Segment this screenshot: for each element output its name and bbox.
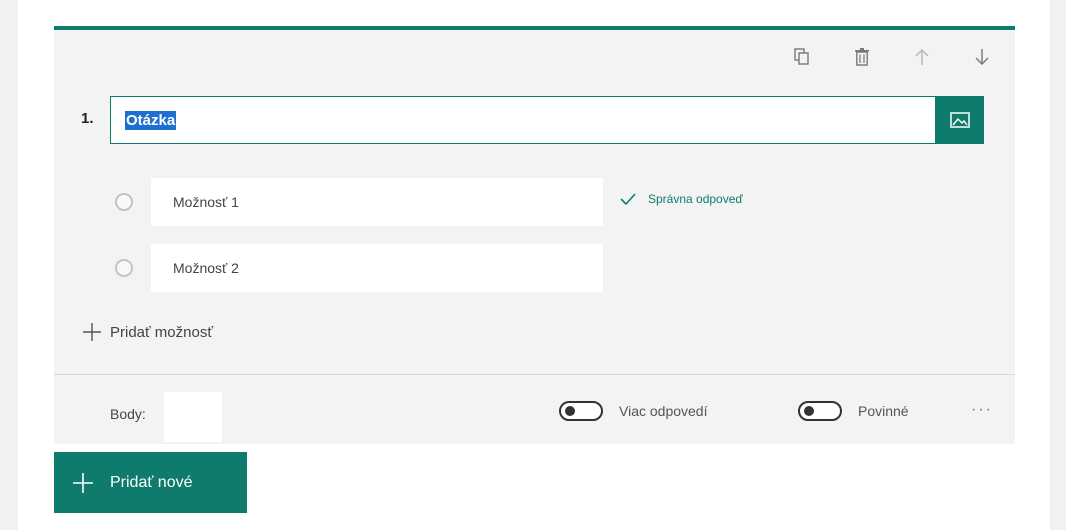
option-radio-1[interactable]	[115, 193, 133, 211]
add-option-label: Pridať možnosť	[110, 323, 213, 341]
multiple-answers-label: Viac odpovedí	[619, 403, 708, 419]
question-number: 1.	[81, 110, 94, 127]
arrow-down-icon[interactable]	[969, 44, 995, 70]
question-card: 1. Otázka Možnosť 1 Správna odpoveď Možn…	[54, 26, 1015, 444]
option-label-1: Možnosť 1	[173, 194, 239, 210]
question-text[interactable]: Otázka	[125, 110, 177, 130]
delete-icon[interactable]	[849, 44, 875, 70]
image-icon	[949, 112, 970, 128]
add-new-button[interactable]: Pridať nové	[54, 452, 247, 513]
option-row-1: Možnosť 1 Správna odpoveď	[54, 178, 1015, 226]
plus-icon	[83, 323, 101, 341]
check-icon	[620, 193, 636, 205]
correct-answer-label: Správna odpoveď	[648, 192, 743, 206]
option-radio-2[interactable]	[115, 259, 133, 277]
question-toolbar	[789, 38, 995, 76]
multiple-answers-toggle[interactable]: Viac odpovedí	[559, 401, 707, 421]
option-label-2: Možnosť 2	[173, 260, 239, 276]
add-new-label: Pridať nové	[110, 473, 193, 491]
question-footer: Body: Viac odpovedí Povinné ···	[54, 375, 1015, 444]
option-input-2[interactable]: Možnosť 2	[151, 244, 603, 292]
arrow-up-icon[interactable]	[909, 44, 935, 70]
multiple-answers-switch[interactable]	[559, 401, 603, 421]
option-input-1[interactable]: Možnosť 1	[151, 178, 603, 226]
add-option-button[interactable]: Pridať možnosť	[82, 322, 213, 342]
points-input[interactable]	[164, 392, 222, 442]
required-label: Povinné	[858, 403, 909, 419]
more-options-icon[interactable]: ···	[971, 401, 993, 419]
correct-answer-toggle[interactable]: Správna odpoveď	[620, 192, 743, 206]
points-label: Body:	[110, 406, 146, 422]
copy-icon[interactable]	[789, 44, 815, 70]
required-switch[interactable]	[798, 401, 842, 421]
plus-icon	[73, 472, 93, 493]
option-row-2: Možnosť 2	[54, 244, 1015, 292]
question-input[interactable]: Otázka	[110, 96, 936, 144]
insert-image-button[interactable]	[935, 96, 984, 144]
required-toggle[interactable]: Povinné	[798, 401, 909, 421]
